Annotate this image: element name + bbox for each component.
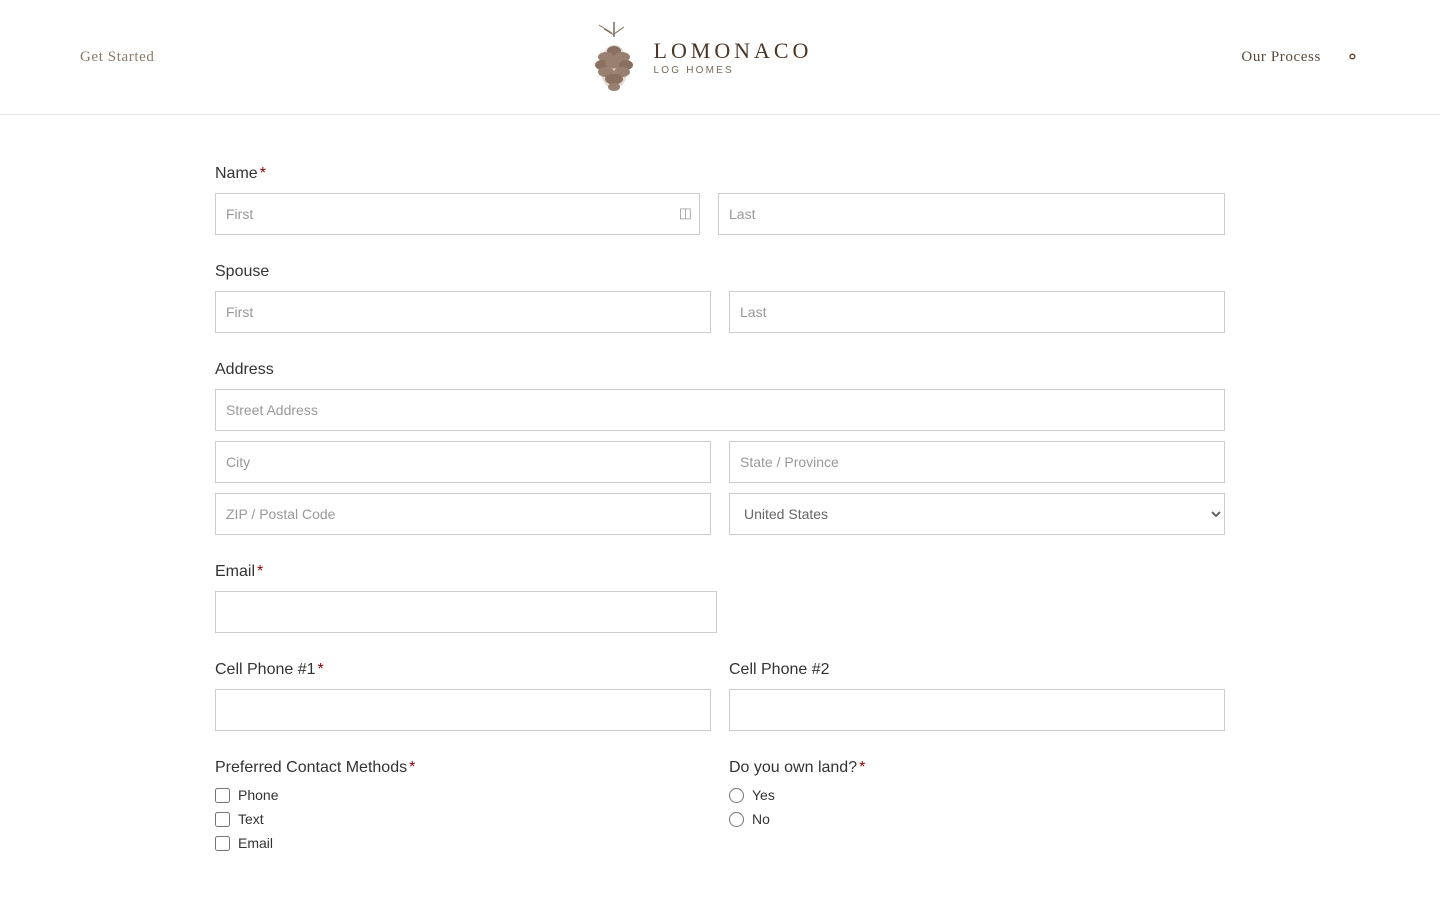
email-input[interactable]	[215, 591, 717, 633]
address-street-input[interactable]	[215, 389, 1225, 431]
address-state-input[interactable]	[729, 441, 1225, 483]
checkbox-email-label[interactable]: Email	[215, 835, 711, 851]
preferred-contact-required-star: *	[409, 759, 415, 776]
name-label: Name	[215, 165, 258, 182]
email-required-star: *	[257, 563, 263, 580]
spouse-label: Spouse	[215, 263, 269, 280]
radio-no-text: No	[752, 811, 770, 827]
preferred-contact-label: Preferred Contact Methods	[215, 759, 407, 776]
checkbox-text-label[interactable]: Text	[215, 811, 711, 827]
radio-no[interactable]	[729, 812, 744, 827]
checkbox-phone-text: Phone	[238, 787, 278, 803]
logo-text: LOMONACO	[654, 38, 813, 64]
radio-no-label[interactable]: No	[729, 811, 1225, 827]
nav-get-started[interactable]: Get Started	[80, 49, 155, 65]
name-required-star: *	[260, 165, 266, 182]
phone1-required-star: *	[318, 661, 324, 678]
checkbox-phone-label[interactable]: Phone	[215, 787, 711, 803]
checkbox-email-text: Email	[238, 835, 273, 851]
radio-yes-text: Yes	[752, 787, 775, 803]
address-country-select[interactable]: United States Canada Other	[729, 493, 1225, 535]
checkbox-phone[interactable]	[215, 788, 230, 803]
email-label: Email	[215, 563, 255, 580]
logo: LOMONACO LOG HOMES	[584, 17, 813, 97]
radio-yes-label[interactable]: Yes	[729, 787, 1225, 803]
checkbox-text-text: Text	[238, 811, 264, 827]
name-last-input[interactable]	[718, 193, 1225, 235]
radio-yes[interactable]	[729, 788, 744, 803]
logo-subtext: LOG HOMES	[654, 65, 813, 76]
name-field-icon: ◫	[679, 206, 692, 223]
own-land-label: Do you own land?	[729, 759, 857, 776]
phone2-input[interactable]	[729, 689, 1225, 731]
checkbox-email[interactable]	[215, 836, 230, 851]
address-zip-input[interactable]	[215, 493, 711, 535]
address-city-input[interactable]	[215, 441, 711, 483]
logo-pinecone-icon	[584, 17, 644, 97]
checkbox-text[interactable]	[215, 812, 230, 827]
phone1-input[interactable]	[215, 689, 711, 731]
spouse-first-input[interactable]	[215, 291, 711, 333]
phone2-label: Cell Phone #2	[729, 661, 830, 678]
own-land-required-star: *	[859, 759, 865, 776]
name-first-input[interactable]	[215, 193, 700, 235]
address-label: Address	[215, 361, 274, 378]
nav-our-process[interactable]: Our Process	[1241, 49, 1321, 66]
phone1-label: Cell Phone #1	[215, 661, 316, 678]
search-icon[interactable]: ⚬	[1345, 47, 1360, 68]
spouse-last-input[interactable]	[729, 291, 1225, 333]
